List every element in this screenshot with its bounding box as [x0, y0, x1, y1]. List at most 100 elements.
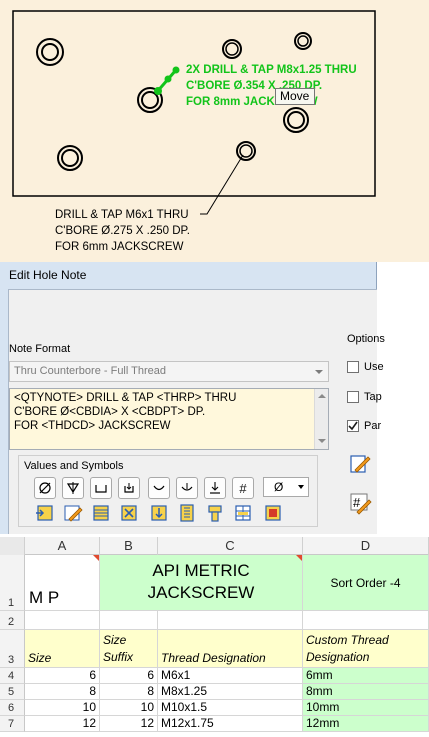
- size-cell[interactable]: 10: [25, 700, 100, 716]
- suffix-cell[interactable]: 8: [100, 684, 158, 700]
- countersink-icon: [66, 482, 80, 494]
- depth-icon: [124, 483, 134, 493]
- leader-grip-start[interactable]: [154, 87, 162, 95]
- note-scrollbar[interactable]: [314, 389, 328, 449]
- edit-variable-button[interactable]: [62, 502, 84, 524]
- scroll-up-icon[interactable]: [318, 394, 326, 398]
- insert-diameter-button[interactable]: [118, 502, 140, 524]
- tap-checkbox[interactable]: [347, 391, 359, 403]
- thread-cell[interactable]: M12x1.75: [158, 716, 303, 732]
- symbol-select-value: Ø: [274, 480, 284, 494]
- use-checkbox[interactable]: [347, 361, 359, 373]
- cell-c2[interactable]: [158, 611, 303, 630]
- counterbore-symbol-button[interactable]: [90, 477, 112, 499]
- thread-cell[interactable]: M6x1: [158, 668, 303, 684]
- hole-bottom-left[interactable]: [57, 145, 83, 171]
- note-text-editor[interactable]: <QTYNOTE> DRILL & TAP <THRP> THRU C'BORE…: [9, 388, 329, 450]
- sheet-title-line: JACKSCREW: [147, 583, 255, 602]
- custom-cell[interactable]: 6mm: [303, 668, 429, 684]
- custom-cell[interactable]: 8mm: [303, 684, 429, 700]
- hash-pencil-icon: #: [350, 493, 372, 515]
- row-header-1[interactable]: 1: [0, 555, 25, 611]
- insert-table-button[interactable]: [232, 502, 254, 524]
- comment-indicator: [296, 555, 302, 561]
- cell-d2[interactable]: [303, 611, 429, 630]
- insert-quantity-button[interactable]: [34, 502, 56, 524]
- select-all-corner[interactable]: [0, 537, 25, 555]
- depth-symbol-button[interactable]: [118, 477, 140, 499]
- scroll-down-icon[interactable]: [318, 439, 326, 443]
- column-header-d[interactable]: D: [303, 537, 429, 555]
- row-header-7[interactable]: 7: [0, 716, 25, 732]
- insert-depth-button[interactable]: [148, 502, 170, 524]
- hole-type-icon: [180, 504, 194, 522]
- suffix-cell[interactable]: 6: [100, 668, 158, 684]
- cell-a1[interactable]: M P: [25, 555, 100, 611]
- par-checkbox[interactable]: [347, 420, 359, 432]
- custom-cell[interactable]: 12mm: [303, 716, 429, 732]
- cell-b2[interactable]: [100, 611, 158, 630]
- thread-cell[interactable]: M10x1.5: [158, 700, 303, 716]
- hole-note-selected[interactable]: 2X DRILL & TAP M8x1.25 THRU C'BORE Ø.354…: [186, 62, 357, 110]
- note-format-select[interactable]: Thru Counterbore - Full Thread: [9, 361, 329, 382]
- column-header-b[interactable]: B: [100, 537, 158, 555]
- spotface-symbol-button[interactable]: [176, 477, 198, 499]
- edit-note-button[interactable]: [346, 449, 373, 476]
- comment-indicator: [93, 555, 99, 561]
- leader-grip-end[interactable]: [172, 66, 180, 74]
- hole-top-right[interactable]: [294, 32, 312, 50]
- size-cell[interactable]: 6: [25, 668, 100, 684]
- deep-symbol-button[interactable]: [204, 477, 226, 499]
- values-and-symbols-label: Values and Symbols: [24, 460, 124, 472]
- hole-top-middle[interactable]: [222, 39, 242, 59]
- cell-a1-text: M P: [29, 588, 60, 607]
- cell-c1-title[interactable]: API METRIC JACKSCREW: [100, 555, 303, 611]
- hole-right[interactable]: [283, 107, 309, 133]
- hole-note-line: DRILL & TAP M6x1 THRU: [55, 209, 189, 221]
- size-cell[interactable]: 8: [25, 684, 100, 700]
- cell-a3-header[interactable]: Size: [25, 630, 100, 668]
- suffix-cell[interactable]: 12: [100, 716, 158, 732]
- custom-cell[interactable]: 10mm: [303, 700, 429, 716]
- arc-symbol-button[interactable]: [148, 477, 170, 499]
- insert-special-button[interactable]: [262, 502, 284, 524]
- leader-line: [200, 154, 244, 215]
- leader-grip-mid[interactable]: [164, 75, 172, 83]
- hole-note-selected-line: FOR 8mm JACKSCREW: [186, 96, 318, 108]
- hole-top-left[interactable]: [36, 38, 64, 66]
- insert-fastener-button[interactable]: [204, 502, 226, 524]
- hole-note[interactable]: DRILL & TAP M6x1 THRU C'BORE Ø.275 X .25…: [55, 207, 190, 255]
- cell-d3-header[interactable]: Custom Thread Designation: [303, 630, 429, 668]
- cell-c3-header[interactable]: Thread Designation: [158, 630, 303, 668]
- diameter-icon: [39, 482, 51, 494]
- insert-hole-type-button[interactable]: [176, 502, 198, 524]
- row-header-4[interactable]: 4: [0, 668, 25, 684]
- depth-variable-icon: [151, 505, 167, 521]
- row-header-2[interactable]: 2: [0, 611, 25, 630]
- size-cell[interactable]: 12: [25, 716, 100, 732]
- diameter-symbol-button[interactable]: [34, 477, 56, 499]
- cell-b3-header[interactable]: Size Suffix: [100, 630, 158, 668]
- drawing-canvas[interactable]: 2X DRILL & TAP M8x1.25 THRU C'BORE Ø.354…: [0, 0, 429, 262]
- suffix-cell[interactable]: 10: [100, 700, 158, 716]
- note-format-value: Thru Counterbore - Full Thread: [14, 365, 167, 377]
- par-checkbox-label: Par: [364, 420, 382, 432]
- cell-a2[interactable]: [25, 611, 100, 630]
- hole-bottom-middle[interactable]: [236, 141, 256, 161]
- row-header-5[interactable]: 5: [0, 684, 25, 700]
- column-header-c[interactable]: C: [158, 537, 303, 555]
- edit-variables-button[interactable]: #: [346, 489, 373, 516]
- thread-cell[interactable]: M8x1.25: [158, 684, 303, 700]
- number-symbol-button[interactable]: #: [232, 477, 254, 499]
- cell-d1[interactable]: Sort Order -4: [303, 555, 429, 611]
- insert-thread-button[interactable]: [90, 502, 112, 524]
- symbol-select[interactable]: Ø: [263, 477, 309, 497]
- countersink-symbol-button[interactable]: [62, 477, 84, 499]
- row-header-3[interactable]: 3: [0, 630, 25, 668]
- dialog-title[interactable]: Edit Hole Note: [0, 262, 376, 289]
- row-header-6[interactable]: 6: [0, 700, 25, 716]
- diameter-variable-icon: [121, 505, 137, 521]
- chevron-down-icon: [315, 370, 323, 374]
- column-header-a[interactable]: A: [25, 537, 100, 555]
- special-variable-icon: [265, 505, 281, 521]
